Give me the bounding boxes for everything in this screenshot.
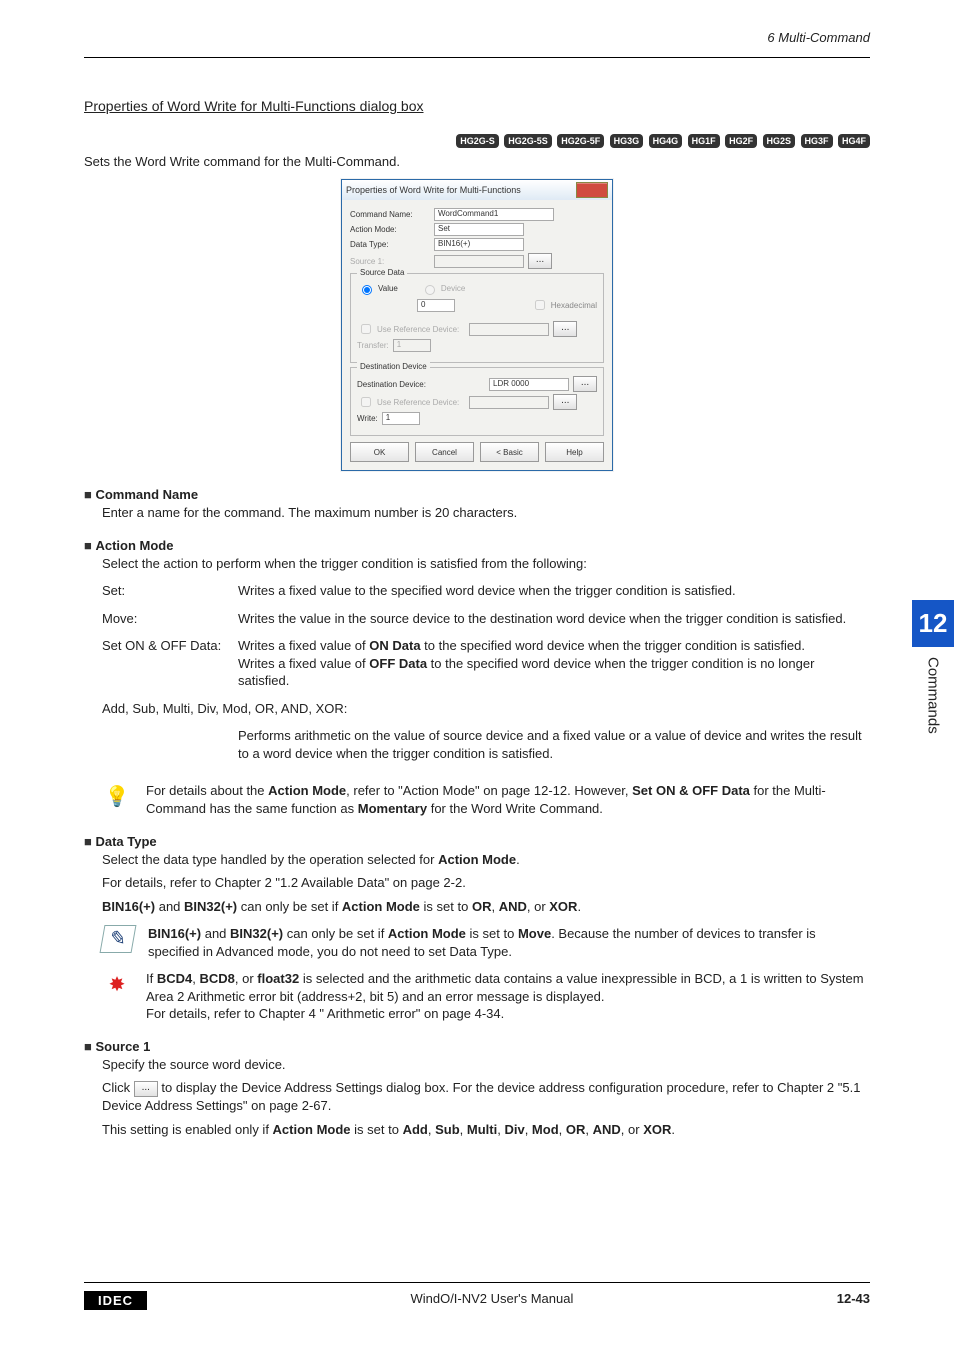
source-data-group: Source Data Value Device 0 Hexadecimal U… — [350, 273, 604, 363]
source1-browse-button[interactable]: ... — [528, 253, 552, 269]
table-row: Performs arithmetic on the value of sour… — [102, 727, 870, 768]
model-pill: HG2G-5S — [504, 134, 552, 148]
model-pill: HG2S — [763, 134, 796, 148]
source1-enable-desc: This setting is enabled only if Action M… — [102, 1121, 870, 1139]
command-name-input[interactable]: WordCommand1 — [434, 208, 554, 221]
running-header: 6 Multi-Command — [84, 30, 870, 51]
mode-desc: Writes a fixed value of ON Data to the s… — [238, 637, 870, 696]
side-chapter-label: Commands — [925, 647, 942, 734]
table-row: Set ON & OFF Data: Writes a fixed value … — [102, 637, 870, 696]
bulb-note: 💡 For details about the Action Mode, ref… — [102, 782, 870, 817]
source1-click-desc: Click ... to display the Device Address … — [102, 1079, 870, 1114]
action-mode-table: Set: Writes a fixed value to the specifi… — [102, 578, 870, 772]
action-mode-heading: ■ Action Mode — [84, 538, 870, 553]
mode-key: Set ON & OFF Data: — [102, 637, 238, 696]
header-rule — [84, 57, 870, 58]
source-ref-browse-button[interactable]: ... — [553, 321, 577, 337]
source1-desc: Specify the source word device. — [102, 1056, 870, 1074]
hexadecimal-checkbox[interactable]: Hexadecimal — [531, 297, 597, 313]
write-input[interactable]: 1 — [382, 412, 420, 425]
intro-text: Sets the Word Write command for the Mult… — [84, 154, 870, 169]
model-pill: HG2G-S — [456, 134, 499, 148]
table-row: Move: Writes the value in the source dev… — [102, 610, 870, 634]
source-value-input[interactable]: 0 — [417, 299, 455, 312]
table-row: Set: Writes a fixed value to the specifi… — [102, 582, 870, 606]
command-name-desc: Enter a name for the command. The maximu… — [102, 504, 870, 522]
dialog-illustration: Properties of Word Write for Multi-Funct… — [84, 179, 870, 471]
ok-button[interactable]: OK — [350, 442, 409, 462]
destination-browse-button[interactable]: ... — [573, 376, 597, 392]
source1-heading: ■ Source 1 — [84, 1039, 870, 1054]
mode-key: Set: — [102, 582, 238, 606]
footer-manual-title: WindO/I-NV2 User's Manual — [410, 1291, 573, 1310]
command-name-label: Command Name: — [350, 210, 430, 219]
mode-desc: Performs arithmetic on the value of sour… — [238, 727, 870, 768]
model-pill-row: HG2G-S HG2G-5S HG2G-5F HG3G HG4G HG1F HG… — [84, 132, 870, 150]
source1-label: Source 1: — [350, 257, 430, 266]
idec-logo: IDEC — [84, 1291, 147, 1310]
destination-device-input[interactable]: LDR 0000 — [489, 378, 569, 391]
model-pill: HG2F — [725, 134, 757, 148]
warning-icon: ✸ — [102, 970, 132, 1000]
model-pill: HG1F — [688, 134, 720, 148]
source-use-ref-input — [469, 323, 549, 336]
warning-note: ✸ If BCD4, BCD8, or float32 is selected … — [102, 970, 870, 1023]
mode-desc: Writes the value in the source device to… — [238, 610, 870, 634]
write-label: Write: — [357, 414, 378, 423]
model-pill: HG4F — [838, 134, 870, 148]
source-use-ref-checkbox[interactable]: Use Reference Device: — [357, 321, 459, 337]
page-footer: IDEC WindO/I-NV2 User's Manual 12-43 — [84, 1282, 870, 1310]
pencil-icon: ✎ — [100, 925, 137, 953]
dest-ref-browse-button[interactable]: ... — [553, 394, 577, 410]
mode-desc: Writes a fixed value to the specified wo… — [238, 582, 870, 606]
transfer-input: 1 — [393, 339, 431, 352]
action-mode-desc: Select the action to perform when the tr… — [102, 555, 870, 573]
model-pill: HG2G-5F — [557, 134, 604, 148]
value-radio[interactable]: Value — [357, 282, 398, 295]
mode-key: Move: — [102, 610, 238, 634]
page-number: 12-43 — [837, 1291, 870, 1310]
section-title: Properties of Word Write for Multi-Funct… — [84, 98, 870, 114]
side-chapter-number: 12 — [912, 600, 954, 647]
data-type-heading: ■ Data Type — [84, 834, 870, 849]
pencil-note: ✎ BIN16(+) and BIN32(+) can only be set … — [102, 925, 870, 960]
mode-key: Add, Sub, Multi, Div, Mod, OR, AND, XOR: — [102, 700, 870, 724]
basic-button[interactable]: < Basic — [480, 442, 539, 462]
destination-device-group: Destination Device Destination Device: L… — [350, 367, 604, 436]
source1-input — [434, 255, 524, 268]
dialog-button-row: OK Cancel < Basic Help — [350, 442, 604, 462]
dest-use-ref-checkbox[interactable]: Use Reference Device: — [357, 394, 459, 410]
table-row: Add, Sub, Multi, Div, Mod, OR, AND, XOR: — [102, 700, 870, 724]
data-type-desc: Select the data type handled by the oper… — [102, 851, 870, 869]
action-mode-label: Action Mode: — [350, 225, 430, 234]
model-pill: HG3F — [801, 134, 833, 148]
model-pill: HG3G — [610, 134, 644, 148]
data-type-label: Data Type: — [350, 240, 430, 249]
dialog-title: Properties of Word Write for Multi-Funct… — [346, 185, 521, 195]
side-chapter-tab: 12 Commands — [912, 600, 954, 734]
device-radio[interactable]: Device — [420, 282, 465, 295]
command-name-heading: ■ Command Name — [84, 487, 870, 502]
lightbulb-icon: 💡 — [102, 782, 132, 812]
data-type-restriction: BIN16(+) and BIN32(+) can only be set if… — [102, 898, 870, 916]
dialog-close-button[interactable] — [576, 182, 608, 198]
dest-use-ref-input — [469, 396, 549, 409]
action-mode-select[interactable]: Set — [434, 223, 524, 236]
transfer-label: Transfer: — [357, 341, 389, 350]
destination-device-label: Destination Device: — [357, 380, 426, 389]
source-data-group-title: Source Data — [357, 268, 407, 277]
destination-device-group-title: Destination Device — [357, 362, 430, 371]
help-button[interactable]: Help — [545, 442, 604, 462]
ellipsis-button-inline[interactable]: ... — [134, 1081, 158, 1097]
model-pill: HG4G — [649, 134, 683, 148]
cancel-button[interactable]: Cancel — [415, 442, 474, 462]
data-type-ref: For details, refer to Chapter 2 "1.2 Ava… — [102, 874, 870, 892]
data-type-select[interactable]: BIN16(+) — [434, 238, 524, 251]
